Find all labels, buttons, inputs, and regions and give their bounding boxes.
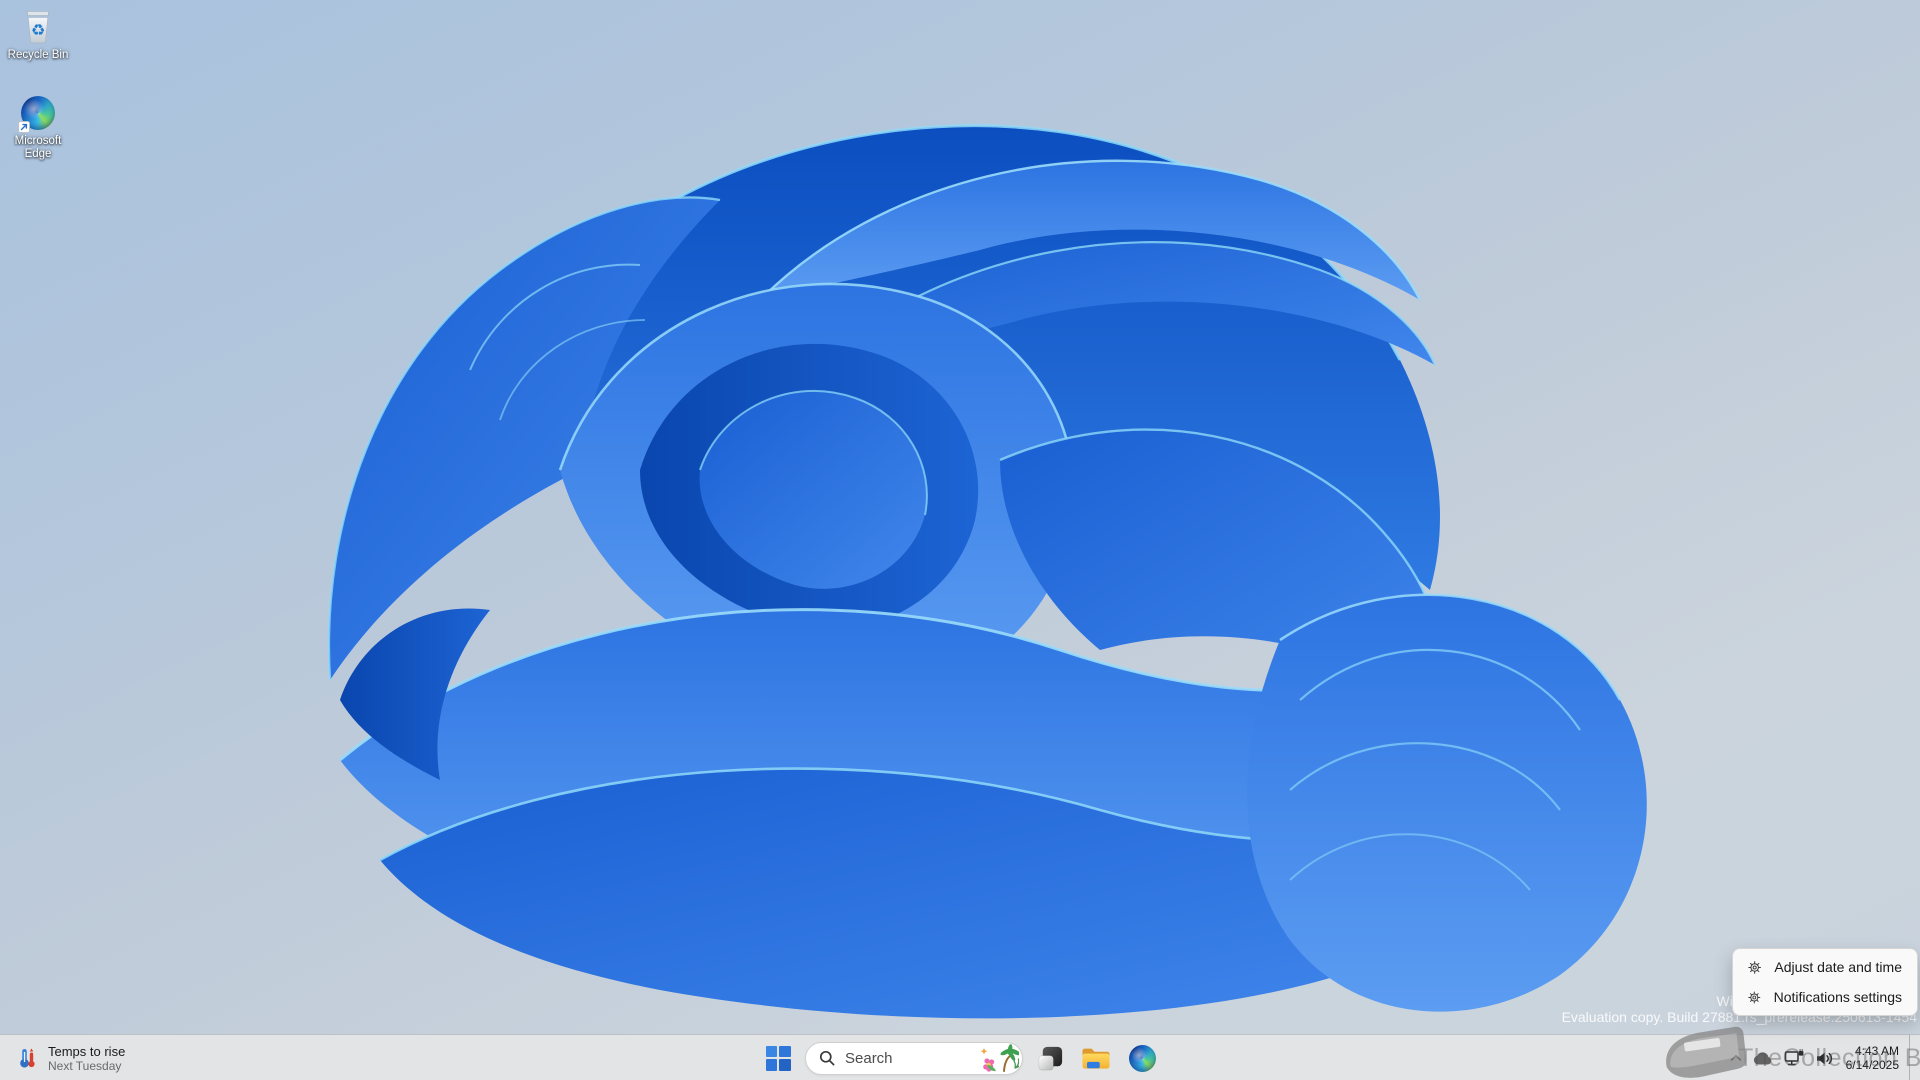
tropical-art-icon <box>980 1043 1019 1072</box>
svg-text:♻: ♻ <box>31 21 45 40</box>
edge-taskbar-button[interactable] <box>1123 1039 1161 1077</box>
menu-item-label: Notifications settings <box>1773 989 1902 1005</box>
search-box[interactable]: Search <box>805 1041 1023 1075</box>
widgets-weather-button[interactable]: Temps to rise Next Tuesday <box>10 1035 131 1080</box>
file-explorer-icon <box>1082 1048 1110 1069</box>
start-button[interactable] <box>759 1039 797 1077</box>
menu-item-notifications-settings[interactable]: Notifications settings <box>1736 982 1914 1012</box>
search-icon <box>819 1050 835 1066</box>
search-placeholder: Search <box>845 1049 893 1067</box>
task-view-icon <box>1038 1046 1062 1070</box>
recycle-bin-icon: ♻ <box>19 8 57 46</box>
thermometer-icon <box>20 1048 35 1068</box>
desktop: ♻ Recycle Bin Microsoft Edge Windows 11 … <box>0 0 1920 1080</box>
taskbar-context-menu: Adjust date and time Notifications setti… <box>1732 948 1918 1016</box>
taskbar-center: Search <box>759 1035 1161 1080</box>
desktop-icon-recycle-bin[interactable]: ♻ Recycle Bin <box>0 8 76 62</box>
desktop-icon-label: Recycle Bin <box>7 49 69 61</box>
gear-icon <box>1748 990 1761 1004</box>
gear-icon <box>1748 960 1762 974</box>
file-explorer-button[interactable] <box>1077 1039 1115 1077</box>
shortcut-arrow-icon <box>18 121 30 133</box>
desktop-icon-label: Microsoft Edge <box>14 135 62 160</box>
desktop-icon-microsoft-edge[interactable]: Microsoft Edge <box>0 94 76 160</box>
menu-item-adjust-date-time[interactable]: Adjust date and time <box>1736 952 1914 982</box>
taskbar: Temps to rise Next Tuesday Search 4:43 A… <box>0 1034 1920 1080</box>
edge-icon <box>18 94 57 133</box>
weather-subtext: Next Tuesday <box>48 1058 122 1073</box>
wallpaper-bloom <box>327 124 1647 1019</box>
windows-start-icon <box>765 1045 791 1071</box>
task-view-button[interactable] <box>1031 1039 1069 1077</box>
weather-headline: Temps to rise <box>48 1043 126 1059</box>
book-icon <box>1656 1023 1755 1080</box>
menu-item-label: Adjust date and time <box>1774 959 1902 975</box>
edge-icon <box>1128 1044 1156 1072</box>
overlay-watermark-text: TheCollection Book <box>1738 1044 1920 1072</box>
